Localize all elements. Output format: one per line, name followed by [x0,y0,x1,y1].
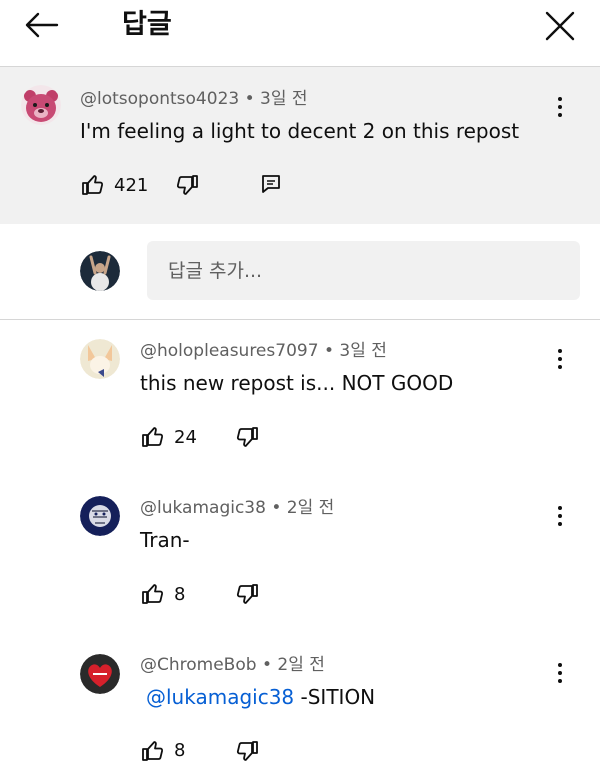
more-dot [558,514,562,518]
dislike-button[interactable] [234,581,260,607]
thumb-down-icon [176,175,198,195]
thumb-up-icon [142,584,164,604]
reply-author[interactable]: @ChromeBob [140,655,257,675]
reply-more-button[interactable] [550,503,570,529]
thumb-down-icon [236,427,258,447]
more-dot [558,671,562,675]
like-count: 421 [114,175,149,196]
thumb-up-icon [82,175,104,195]
divider [0,319,600,320]
reply-time: 3일 전 [339,341,387,361]
thumb-down-icon [236,741,258,761]
reply-meta: @lukamagic38 • 2일 전 [140,497,334,519]
reply-input-placeholder[interactable]: 답글 추가... [168,258,262,284]
like-button[interactable] [140,424,166,450]
more-dot [558,105,562,109]
thumb-down-icon [236,584,258,604]
reply-author[interactable]: @holopleasures7097 [140,341,319,361]
close-icon [545,11,575,41]
dislike-button[interactable] [174,172,200,198]
more-dot [558,679,562,683]
more-vert-icon [558,663,562,667]
header-bar [0,0,600,67]
more-vert-icon [558,97,562,101]
reply-more-button[interactable] [550,346,570,372]
reply-time: 2일 전 [286,498,335,518]
more-dot [558,365,562,369]
reply-icon [262,175,280,193]
meta-separator: • [271,498,287,518]
back-button[interactable] [20,8,64,42]
avatar[interactable] [80,654,120,694]
reply-author[interactable]: @lukamagic38 [140,498,266,518]
user-avatar-icon [80,251,120,291]
comment-time: 3일 전 [260,89,308,109]
reply-text: Tran- [140,528,190,552]
thumb-up-icon [142,427,164,447]
like-button[interactable] [80,172,106,198]
like-count: 8 [174,584,186,605]
more-dot [558,522,562,526]
reply-text: this new repost is... NOT GOOD [140,371,454,395]
dislike-button[interactable] [234,738,260,764]
reply-meta: @ChromeBob • 2일 전 [140,654,325,676]
comment-text: I'm feeling a light to decent 2 on this … [80,119,520,143]
like-button[interactable] [140,581,166,607]
reply-time: 2일 전 [277,655,325,675]
avatar[interactable] [80,339,120,379]
comment-meta: @lotsopontso4023 • 3일 전 [80,88,308,110]
meta-separator: • [244,89,261,109]
more-vert-icon [558,349,562,353]
more-dot [558,357,562,361]
reply-button[interactable] [259,172,283,196]
reply-text: @lukamagic38 -SITION [146,684,375,710]
avatar[interactable] [80,496,120,536]
meta-separator: • [323,341,340,361]
like-button[interactable] [140,738,166,764]
lotso-avatar-icon [21,85,61,125]
reply-more-button[interactable] [550,660,570,686]
comment-author[interactable]: @lotsopontso4023 [80,89,239,109]
page-title: 답글 [122,9,172,40]
close-button[interactable] [540,6,580,46]
avatar[interactable] [21,85,61,125]
more-vert-icon [558,506,562,510]
reply-meta: @holopleasures7097 • 3일 전 [140,340,387,362]
reply-text-body: -SITION [294,685,376,709]
meta-separator: • [261,655,278,675]
heart-avatar-icon [80,654,120,694]
dislike-button[interactable] [234,424,260,450]
like-count: 24 [174,427,197,448]
thumb-up-icon [142,741,164,761]
back-arrow-icon [25,12,59,38]
fox-avatar-icon [80,339,120,379]
comment-more-button[interactable] [550,94,570,120]
user-avatar[interactable] [80,251,120,291]
tiger-avatar-icon [80,496,120,536]
mention-link[interactable]: @lukamagic38 [146,685,294,709]
like-count: 8 [174,740,186,761]
more-dot [558,113,562,117]
